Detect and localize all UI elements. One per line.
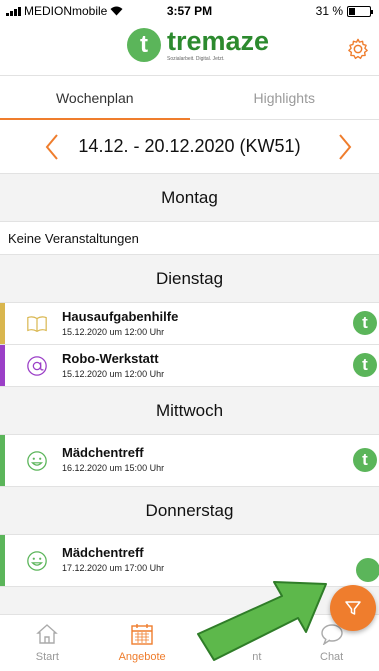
event-date: 15.12.2020 um 12:00 Uhr	[62, 369, 165, 379]
event-title: Hausaufgabenhilfe	[62, 309, 179, 324]
event-item-maedchentreff[interactable]: Mädchentreff 16.12.2020 um 15:00 Uhr t	[0, 435, 379, 487]
week-selector: 14.12. - 20.12.2020 (KW51)	[0, 120, 379, 174]
nav-angebote[interactable]: Angebote	[95, 615, 190, 671]
event-title: Robo-Werkstatt	[62, 351, 159, 366]
provider-badge-icon: t	[353, 448, 377, 472]
filter-icon	[345, 601, 361, 615]
day-header-dienstag: Dienstag	[0, 255, 379, 303]
battery-percent: 31 %	[315, 4, 343, 18]
week-label: 14.12. - 20.12.2020 (KW51)	[78, 136, 301, 156]
day-header-donnerstag: Donnerstag	[0, 487, 379, 535]
event-color-bar	[0, 303, 5, 344]
event-title: Mädchentreff	[62, 445, 144, 460]
arrow-annotation-icon	[197, 581, 327, 661]
event-date: 15.12.2020 um 12:00 Uhr	[62, 327, 165, 337]
day-header-mittwoch: Mittwoch	[0, 387, 379, 435]
nav-start[interactable]: Start	[0, 615, 95, 671]
book-icon	[27, 316, 47, 333]
event-color-bar	[0, 435, 5, 486]
home-icon	[36, 624, 59, 644]
calendar-icon	[131, 624, 153, 645]
event-color-bar	[0, 535, 5, 586]
logo-mark: t	[127, 28, 161, 62]
event-title: Mädchentreff	[62, 545, 144, 560]
provider-badge-icon	[356, 558, 379, 582]
battery-icon	[347, 5, 373, 17]
event-date: 17.12.2020 um 17:00 Uhr	[62, 563, 165, 573]
status-bar: MEDIONmobile 3:57 PM 31 %	[0, 0, 379, 22]
status-right: 31 %	[315, 4, 373, 18]
logo-tagline: Sozialarbeit. Digital. Jetzt.	[167, 56, 225, 62]
event-item-hausaufgabenhilfe[interactable]: Hausaufgabenhilfe 15.12.2020 um 12:00 Uh…	[0, 303, 379, 345]
day-header-montag: Montag	[0, 174, 379, 222]
app-header: t tremaze Sozialarbeit. Digital. Jetzt.	[0, 22, 379, 76]
event-color-bar	[0, 345, 5, 386]
filter-button[interactable]	[330, 585, 376, 631]
no-events-text: Keine Veranstaltungen	[0, 222, 379, 255]
app-logo: t tremaze Sozialarbeit. Digital. Jetzt.	[127, 28, 269, 62]
tab-highlights[interactable]: Highlights	[190, 76, 379, 119]
provider-badge-icon: t	[353, 353, 377, 377]
gear-icon[interactable]	[347, 38, 369, 60]
nav-label: Angebote	[118, 651, 166, 663]
at-icon	[27, 356, 47, 376]
smiley-icon	[27, 551, 47, 571]
tab-bar: Wochenplan Highlights	[0, 76, 379, 120]
logo-wordmark: tremaze	[167, 26, 270, 56]
chevron-right-icon[interactable]	[335, 132, 355, 162]
smiley-icon	[27, 451, 47, 471]
provider-badge-icon: t	[353, 311, 377, 335]
nav-label: Start	[35, 651, 59, 663]
week-event-list: Montag Keine Veranstaltungen Dienstag Ha…	[0, 174, 379, 614]
event-date: 16.12.2020 um 15:00 Uhr	[62, 463, 165, 473]
tab-wochenplan[interactable]: Wochenplan	[0, 76, 190, 120]
event-item-robo-werkstatt[interactable]: Robo-Werkstatt 15.12.2020 um 12:00 Uhr t	[0, 345, 379, 387]
